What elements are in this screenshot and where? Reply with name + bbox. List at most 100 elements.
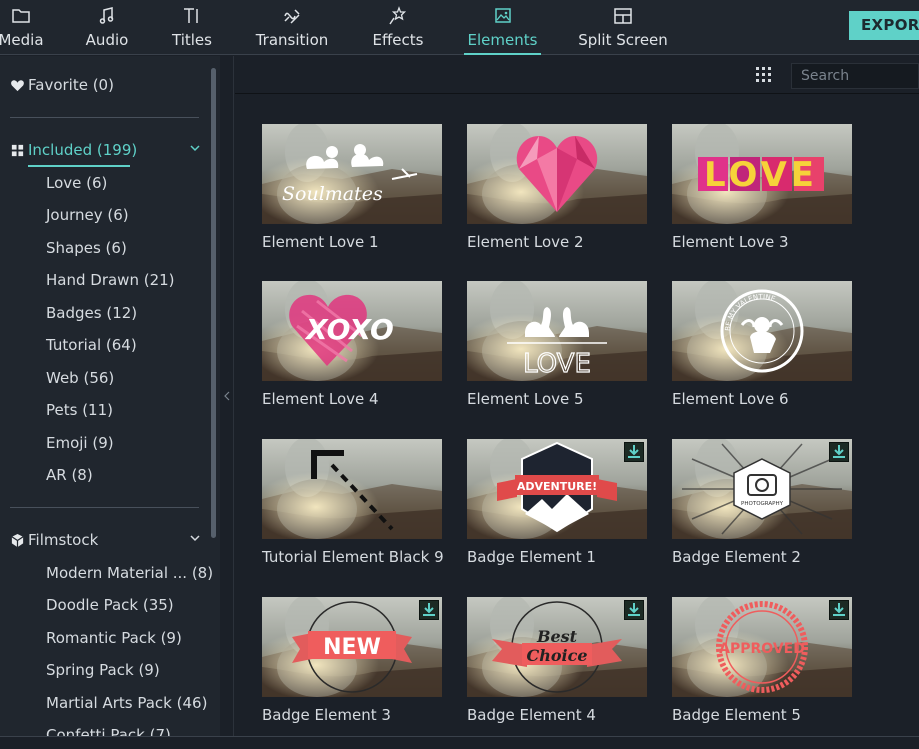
tab-titles[interactable]: Titles: [166, 0, 218, 55]
download-icon: [628, 603, 640, 616]
sidebar-item-badges[interactable]: Badges (12): [46, 304, 137, 322]
sidebar-divider: [10, 117, 199, 118]
element-thumbnail: LOVE: [672, 124, 852, 224]
love-art-text: LOVE: [704, 155, 818, 195]
element-label: Badge Element 3: [262, 706, 391, 724]
element-thumbnail: Best Choice: [467, 597, 647, 697]
sidebar-item-love[interactable]: Love (6): [46, 174, 107, 192]
sidebar-item-journey[interactable]: Journey (6): [46, 206, 129, 224]
text-title-icon: [184, 8, 198, 23]
download-button[interactable]: [829, 600, 849, 620]
sidebar-item-confetti-pack[interactable]: Confetti Pack (7): [46, 726, 171, 736]
love-art-text: LOVE: [523, 349, 591, 379]
download-icon: [628, 445, 640, 458]
tab-audio-label: Audio: [85, 31, 129, 49]
sidebar-favorite[interactable]: Favorite (0): [10, 76, 114, 94]
element-thumbnail: Soulmates: [262, 124, 442, 224]
element-thumbnail: [467, 124, 647, 224]
sidebar-item-emoji[interactable]: Emoji (9): [46, 434, 114, 452]
sidebar-item-shapes[interactable]: Shapes (6): [46, 239, 127, 257]
sidebar-item-romantic-pack[interactable]: Romantic Pack (9): [46, 629, 182, 647]
panel-splitter[interactable]: [220, 56, 234, 736]
choice-art-text: Choice: [526, 646, 587, 665]
element-label: Element Love 6: [672, 390, 789, 408]
sidebar-item-tutorial[interactable]: Tutorial (64): [46, 336, 137, 354]
tab-media-label: Media: [0, 31, 44, 49]
tab-transition[interactable]: Transition: [255, 0, 329, 55]
sidebar-item-spring-pack[interactable]: Spring Pack (9): [46, 661, 160, 679]
music-note-icon: [99, 7, 114, 24]
element-label: Element Love 5: [467, 390, 584, 408]
tab-effects-label: Effects: [372, 31, 424, 49]
sidebar-item-martial-arts-pack[interactable]: Martial Arts Pack (46): [46, 694, 207, 712]
element-thumbnail: XOXO: [262, 281, 442, 381]
element-label: Badge Element 1: [467, 548, 596, 566]
element-label: Badge Element 4: [467, 706, 596, 724]
transition-icon: [284, 9, 300, 24]
element-thumbnail: NEW: [262, 597, 442, 697]
tab-audio[interactable]: Audio: [80, 0, 134, 55]
element-label: Badge Element 5: [672, 706, 801, 724]
image-elements-icon: [494, 8, 511, 23]
tab-effects[interactable]: Effects: [369, 0, 427, 55]
element-label: Element Love 3: [672, 233, 789, 251]
sidebar-item-doodle-pack[interactable]: Doodle Pack (35): [46, 596, 174, 614]
sidebar-item-ar[interactable]: AR (8): [46, 466, 93, 484]
filmstock-label: Filmstock: [28, 531, 99, 549]
bottom-bar: [0, 736, 919, 749]
effects-icon: [389, 6, 407, 25]
tab-elements[interactable]: Elements: [464, 0, 541, 55]
element-thumbnail: BE MY VALENTINE: [672, 281, 852, 381]
sidebar-included[interactable]: Included (199): [10, 141, 137, 159]
sidebar-filmstock[interactable]: Filmstock: [10, 531, 98, 549]
sidebar-item-hand-drawn[interactable]: Hand Drawn (21): [46, 271, 175, 289]
heart-icon: [11, 79, 24, 91]
element-label: Element Love 2: [467, 233, 584, 251]
download-button[interactable]: [624, 600, 644, 620]
category-sidebar: Favorite (0) Included (199) Love (6) Jou…: [0, 56, 220, 736]
element-thumbnail: LOVE: [467, 281, 647, 381]
photography-art-text: PHOTOGRAPHY: [741, 501, 784, 507]
tab-split-screen-label: Split Screen: [578, 31, 668, 49]
collapse-arrow-icon[interactable]: [224, 391, 230, 401]
included-label: Included (199): [28, 141, 138, 159]
export-button[interactable]: EXPORT: [849, 11, 919, 40]
favorite-label: Favorite (0): [28, 76, 114, 94]
element-label: Badge Element 2: [672, 548, 801, 566]
sidebar-divider: [10, 507, 199, 508]
top-toolbar: Media Audio Titles Transition Effects El…: [0, 0, 919, 55]
adventure-art-text: ADVENTURE!: [517, 480, 597, 493]
download-button[interactable]: [624, 442, 644, 462]
download-icon: [423, 603, 435, 616]
search-input[interactable]: [791, 63, 919, 89]
tab-media[interactable]: Media: [0, 0, 52, 55]
grid-icon: [11, 144, 24, 156]
download-button[interactable]: [829, 442, 849, 462]
split-screen-icon: [614, 8, 632, 24]
tab-elements-label: Elements: [467, 31, 538, 49]
approved-art-text: APPROVED: [719, 641, 805, 657]
tab-titles-label: Titles: [172, 31, 212, 49]
sidebar-item-pets[interactable]: Pets (11): [46, 401, 113, 419]
element-label: Element Love 4: [262, 390, 379, 408]
active-tab-indicator: [464, 53, 541, 55]
download-icon: [833, 445, 845, 458]
included-selected-underline: [28, 165, 130, 167]
download-button[interactable]: [419, 600, 439, 620]
tab-split-screen[interactable]: Split Screen: [578, 0, 668, 55]
sidebar-item-modern-material[interactable]: Modern Material ... (8): [46, 564, 213, 582]
element-thumbnail: APPROVED: [672, 597, 852, 697]
chevron-down-icon[interactable]: [189, 532, 201, 544]
best-art-text: Best: [536, 627, 578, 646]
element-thumbnail: ADVENTURE!: [467, 439, 647, 539]
element-label: Element Love 1: [262, 233, 379, 251]
sidebar-item-web[interactable]: Web (56): [46, 369, 114, 387]
filmstock-cube-icon: [11, 533, 24, 547]
xoxo-art-text: XOXO: [304, 313, 394, 346]
sidebar-scrollbar[interactable]: [211, 68, 216, 538]
grid-view-icon[interactable]: [755, 66, 773, 84]
chevron-down-icon[interactable]: [189, 142, 201, 154]
folder-icon: [12, 9, 30, 23]
download-icon: [833, 603, 845, 616]
soulmates-art-text: Soulmates: [282, 183, 383, 205]
